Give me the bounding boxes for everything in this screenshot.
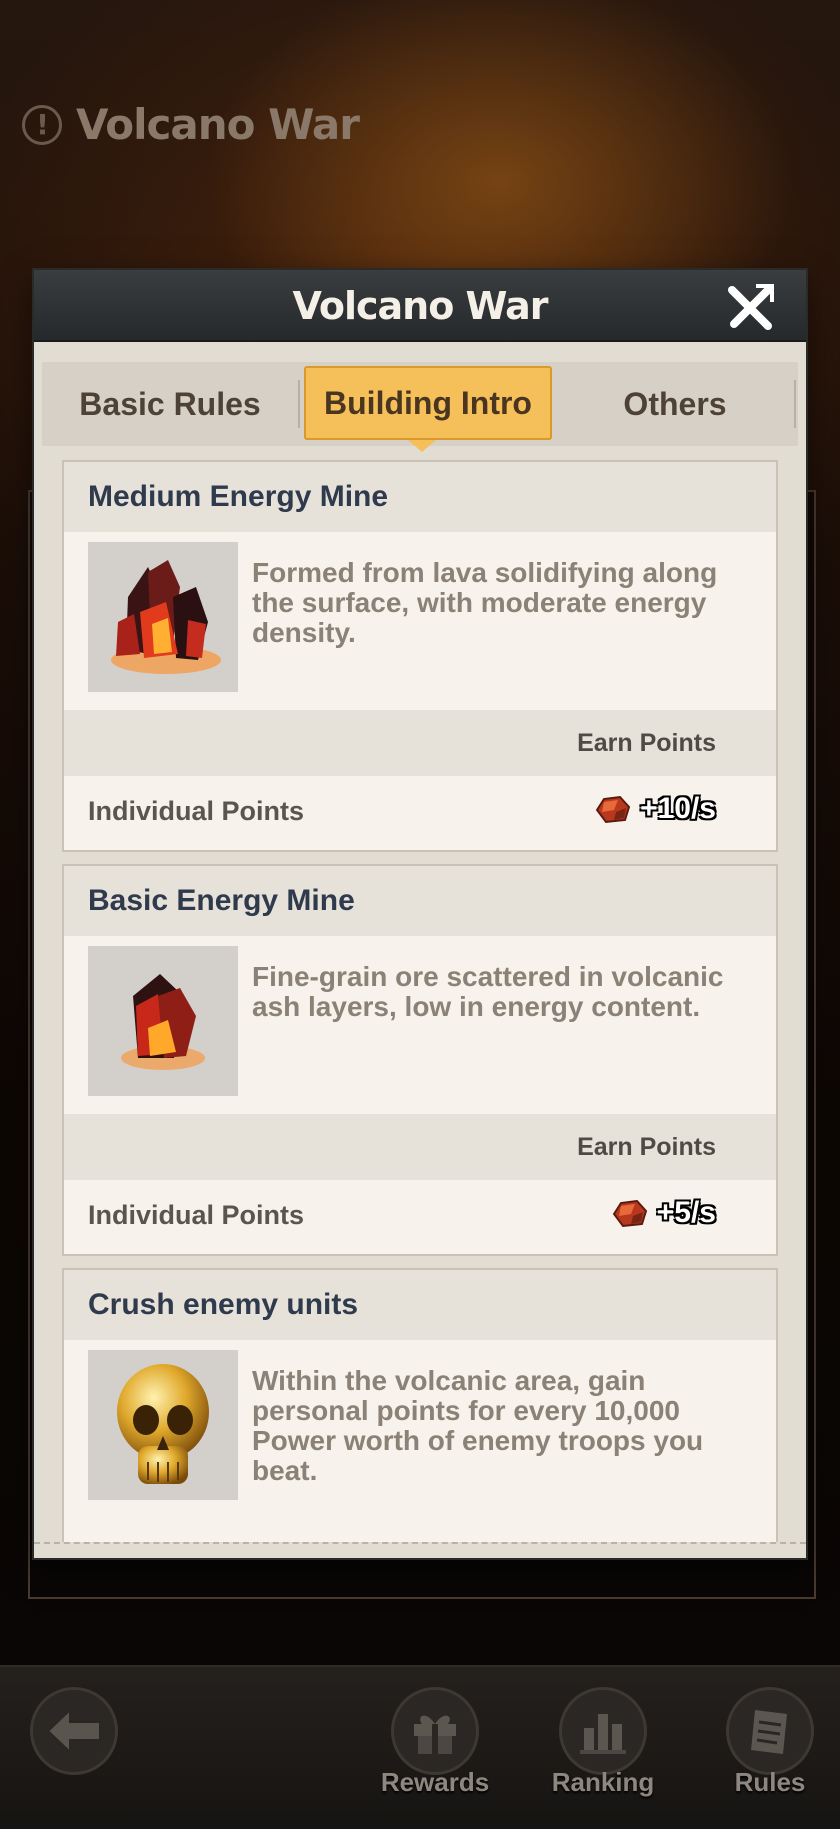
rules-modal: Volcano War Basic Rules Building Intro O… bbox=[34, 270, 806, 1558]
earn-points-label: Earn Points bbox=[577, 728, 716, 757]
background-title-text: Volcano War bbox=[76, 100, 360, 149]
card-description: Within the volcanic area, gain personal … bbox=[252, 1365, 704, 1486]
ranking-bars-icon bbox=[580, 1714, 626, 1754]
tab-basic-rules[interactable]: Basic Rules bbox=[42, 362, 298, 446]
golden-skull-icon bbox=[117, 1364, 209, 1484]
modal-bottom-edge bbox=[34, 1542, 806, 1558]
points-value-text: +10/s bbox=[640, 792, 716, 825]
earn-points-header: Earn Points bbox=[64, 710, 776, 776]
building-thumbnail bbox=[88, 542, 238, 692]
red-crystal-icon bbox=[121, 974, 205, 1070]
modal-header: Volcano War bbox=[34, 270, 806, 342]
back-arrow-icon bbox=[46, 1707, 101, 1755]
points-value: +5/s bbox=[611, 1196, 716, 1230]
ore-icon bbox=[612, 1199, 647, 1228]
building-list[interactable]: Medium Energy Mine Formed from lava soli… bbox=[62, 460, 782, 1548]
individual-points-label: Individual Points bbox=[88, 1200, 305, 1230]
document-icon bbox=[751, 1710, 787, 1754]
exclamation-icon[interactable]: ! bbox=[22, 104, 62, 145]
individual-points-label: Individual Points bbox=[88, 796, 305, 826]
building-thumbnail bbox=[88, 946, 238, 1096]
rules-label: Rules bbox=[734, 1767, 806, 1797]
gift-icon bbox=[414, 1715, 456, 1754]
building-card-crush-enemy-units: Crush enemy units Within the volcanic ar… bbox=[62, 1268, 778, 1548]
rules-button[interactable]: Rules bbox=[720, 1687, 820, 1817]
tab-building-intro[interactable]: Building Intro bbox=[304, 366, 552, 440]
rewards-circle bbox=[391, 1687, 479, 1775]
earn-points-label: Earn Points bbox=[577, 1132, 716, 1161]
rules-circle bbox=[726, 1687, 814, 1775]
red-crystal-cluster-icon bbox=[111, 560, 221, 674]
card-body: Within the volcanic area, gain personal … bbox=[64, 1340, 776, 1518]
points-row: Individual Points +10/s bbox=[64, 776, 776, 850]
modal-title: Volcano War bbox=[292, 284, 549, 328]
building-card-basic-energy-mine: Basic Energy Mine Fine-grain ore scatter… bbox=[62, 864, 778, 1256]
card-title: Crush enemy units bbox=[64, 1270, 776, 1340]
back-button[interactable] bbox=[24, 1687, 124, 1817]
earn-points-header: Earn Points bbox=[64, 1114, 776, 1180]
close-button[interactable] bbox=[726, 282, 776, 332]
ranking-button[interactable]: Ranking bbox=[551, 1687, 655, 1817]
points-row: Individual Points +5/s bbox=[64, 1180, 776, 1254]
tab-divider bbox=[794, 380, 796, 428]
card-description: Formed from lava solidifying along the s… bbox=[252, 557, 718, 648]
tab-others[interactable]: Others bbox=[552, 362, 798, 446]
card-title: Medium Energy Mine bbox=[64, 462, 776, 532]
card-title: Basic Energy Mine bbox=[64, 866, 776, 936]
tab-bar: Basic Rules Building Intro Others bbox=[42, 362, 798, 446]
tab-label: Others bbox=[623, 385, 727, 422]
active-tab-pointer bbox=[408, 440, 436, 452]
building-thumbnail bbox=[88, 1350, 238, 1500]
points-value-text: +5/s bbox=[656, 1196, 716, 1229]
ranking-label: Ranking bbox=[551, 1767, 655, 1797]
tab-label: Basic Rules bbox=[79, 385, 261, 422]
ranking-circle bbox=[559, 1687, 647, 1775]
card-description: Fine-grain ore scattered in volcanic ash… bbox=[252, 961, 724, 1022]
rewards-button[interactable]: Rewards bbox=[381, 1687, 489, 1817]
tab-label: Building Intro bbox=[324, 384, 532, 421]
ore-icon bbox=[595, 795, 631, 824]
points-value: +10/s bbox=[594, 792, 716, 826]
building-card-medium-energy-mine: Medium Energy Mine Formed from lava soli… bbox=[62, 460, 778, 852]
rewards-label: Rewards bbox=[380, 1767, 490, 1797]
back-button-circle bbox=[30, 1687, 118, 1775]
bottom-navigation: Rewards Ranking Rules bbox=[0, 1665, 840, 1829]
tab-divider bbox=[298, 380, 300, 428]
close-icon bbox=[728, 284, 774, 330]
background-event-title: ! Volcano War bbox=[22, 100, 360, 149]
card-body: Fine-grain ore scattered in volcanic ash… bbox=[64, 936, 776, 1114]
card-body: Formed from lava solidifying along the s… bbox=[64, 532, 776, 710]
